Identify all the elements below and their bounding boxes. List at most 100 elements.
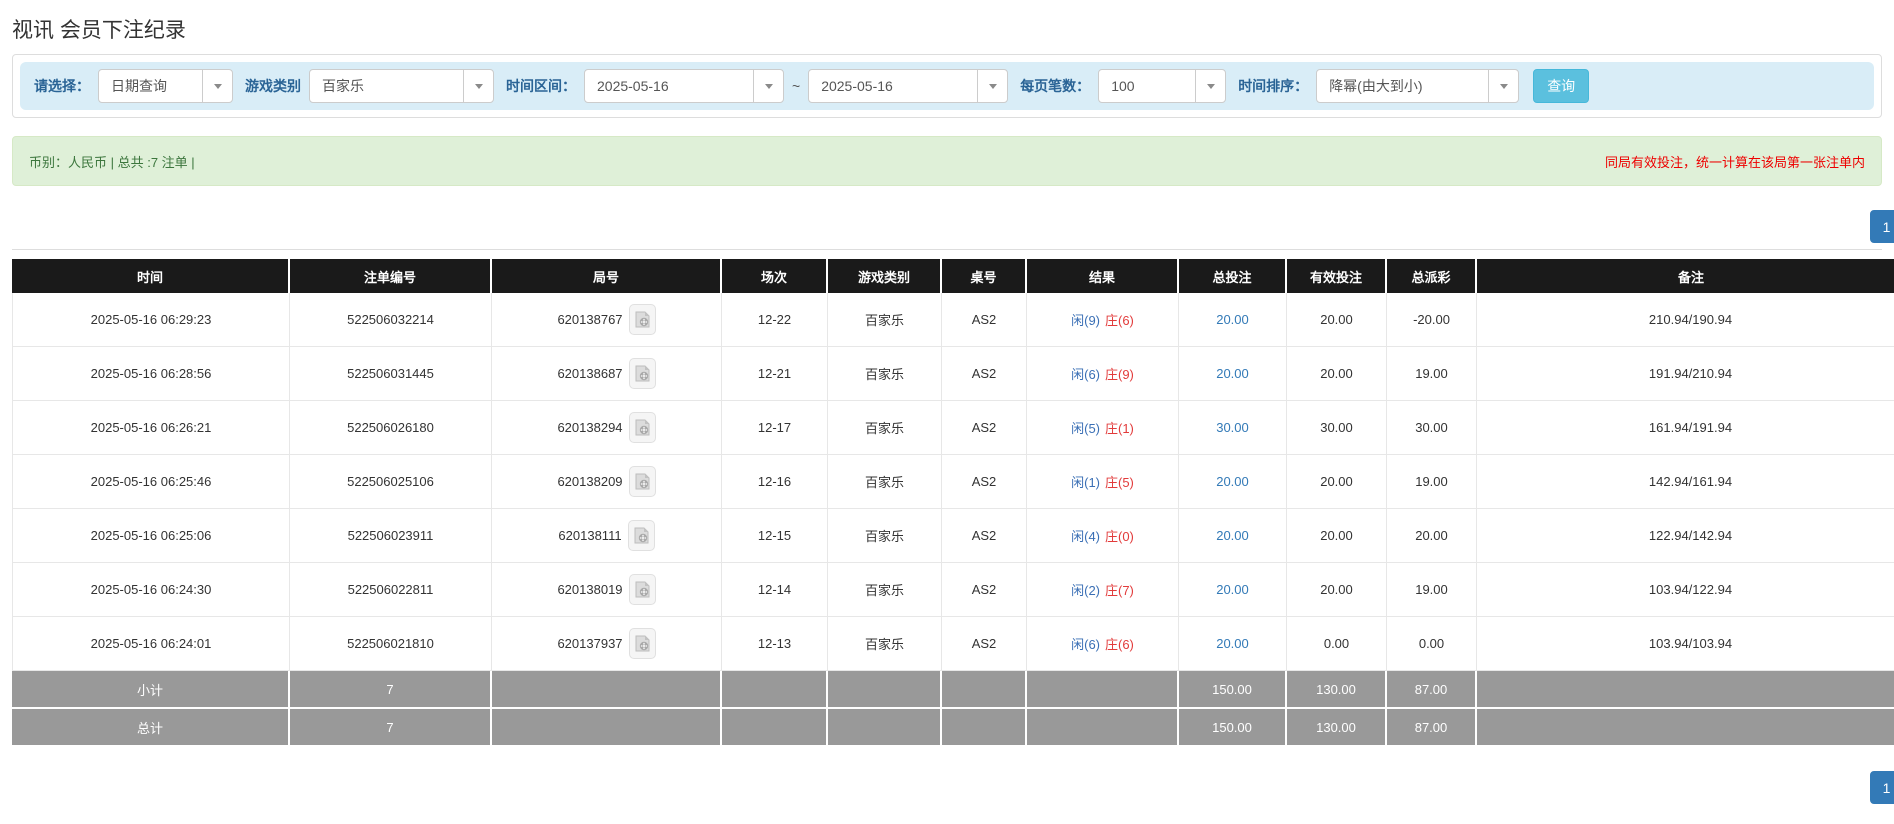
- game-type-select[interactable]: 百家乐: [309, 69, 494, 103]
- round-id-cell: 620138209: [492, 455, 722, 509]
- game-type-value: 百家乐: [322, 78, 364, 94]
- bet-id-cell: 522506032214: [290, 293, 492, 347]
- total-row: 总计 7 150.00 130.00 87.00: [12, 709, 1894, 747]
- date-from-select[interactable]: 2025-05-16: [584, 69, 784, 103]
- subtotal-label-cell: 小计: [12, 671, 290, 709]
- video-replay-button[interactable]: [628, 466, 656, 497]
- empty-cell: [1477, 709, 1894, 747]
- note-cell: 142.94/161.94: [1477, 455, 1894, 509]
- video-file-icon: [634, 527, 649, 544]
- date-to-value: 2025-05-16: [821, 78, 893, 94]
- result-banker-value: 庄(7): [1105, 583, 1134, 598]
- table-no-cell: AS2: [942, 347, 1027, 401]
- bet-time-cell: 2025-05-16 06:24:01: [12, 617, 290, 671]
- bets-table-section: 时间 注单编号 局号 场次 游戏类别 桌号 结果 总投注 有效投注 总派彩 备注 2025-05-1…: [12, 249, 1894, 747]
- video-file-icon: [635, 311, 650, 328]
- empty-cell: [722, 671, 828, 709]
- table-row: 2025-05-16 06:29:23 522506032214 620138767…: [12, 293, 1894, 347]
- total-bet-link[interactable]: 30.00: [1216, 420, 1249, 435]
- video-replay-button[interactable]: [628, 574, 656, 605]
- valid-bet-cell: 20.00: [1287, 293, 1387, 347]
- total-bet-link[interactable]: 20.00: [1216, 582, 1249, 597]
- total-valid-bet-cell: 130.00: [1287, 709, 1387, 747]
- table-header-cell: 注单编号: [290, 259, 492, 293]
- empty-cell: [1027, 671, 1179, 709]
- date-to-select[interactable]: 2025-05-16: [808, 69, 1009, 103]
- result-cell: 闲(5) 庄(1): [1027, 401, 1179, 455]
- table-row: 2025-05-16 06:25:06 522506023911 620138111…: [12, 509, 1894, 563]
- total-bet-link[interactable]: 20.00: [1216, 366, 1249, 381]
- result-banker-value: 庄(0): [1105, 529, 1134, 544]
- total-bet-cell: 20.00: [1179, 293, 1287, 347]
- round-id-value: 620138767: [557, 312, 623, 327]
- table-header-cell: 结果: [1027, 259, 1179, 293]
- round-id-cell: 620138687: [492, 347, 722, 401]
- chevron-down-icon: [474, 83, 483, 89]
- total-bet-cell: 20.00: [1179, 563, 1287, 617]
- pagination-page-1[interactable]: 1: [1870, 771, 1894, 804]
- date-range-label: 时间区间：: [506, 78, 576, 94]
- total-bet-link[interactable]: 20.00: [1216, 474, 1249, 489]
- search-button[interactable]: 查询: [1533, 69, 1590, 103]
- session-cell: 12-17: [722, 401, 828, 455]
- video-replay-button[interactable]: [627, 520, 655, 551]
- table-row: 2025-05-16 06:24:30 522506022811 620138019…: [12, 563, 1894, 617]
- game-type-cell: 百家乐: [828, 455, 942, 509]
- page-size-caret-button[interactable]: [1195, 70, 1225, 102]
- summary-warning-text: 同局有效投注，统一计算在该局第一张注单内: [1604, 154, 1865, 170]
- subtotal-count-cell: 7: [290, 671, 492, 709]
- empty-cell: [492, 709, 722, 747]
- round-id-wrap: 620138209: [496, 466, 717, 497]
- table-row: 2025-05-16 06:28:56 522506031445 620138687…: [12, 347, 1894, 401]
- table-no-cell: AS2: [942, 401, 1027, 455]
- page-size-value: 100: [1111, 78, 1135, 94]
- time-sort-label: 时间排序：: [1238, 78, 1309, 94]
- total-bet-cell: 20.00: [1179, 509, 1287, 563]
- result-cell: 闲(4) 庄(0): [1027, 509, 1179, 563]
- pagination-page-1[interactable]: 1: [1870, 210, 1894, 243]
- valid-bet-cell: 20.00: [1287, 455, 1387, 509]
- game-type-cell: 百家乐: [828, 347, 942, 401]
- table-row: 2025-05-16 06:25:46 522506025106 620138209…: [12, 455, 1894, 509]
- page-size-select[interactable]: 100: [1098, 69, 1227, 103]
- video-file-icon: [635, 473, 650, 490]
- date-to-caret-button[interactable]: [977, 70, 1007, 102]
- filter-bar: 请选择： 日期查询 游戏类别 百家乐 时间区间： 2025-05-16 ~ 20…: [20, 62, 1874, 110]
- video-replay-button[interactable]: [628, 628, 656, 659]
- time-sort-select[interactable]: 降幂(由大到小): [1316, 69, 1520, 103]
- round-id-cell: 620138019: [492, 563, 722, 617]
- result-player-value: 闲(2): [1071, 583, 1100, 598]
- chevron-down-icon: [988, 83, 997, 89]
- round-id-value: 620138019: [557, 582, 623, 597]
- chevron-down-icon: [1206, 83, 1215, 89]
- date-from-caret-button[interactable]: [753, 70, 783, 102]
- query-type-caret-button[interactable]: [202, 70, 232, 102]
- total-bet-link[interactable]: 20.00: [1216, 312, 1249, 327]
- total-bet-link[interactable]: 20.00: [1216, 528, 1249, 543]
- session-cell: 12-14: [722, 563, 828, 617]
- round-id-value: 620137937: [557, 636, 623, 651]
- round-id-wrap: 620138767: [496, 304, 717, 335]
- total-bet-link[interactable]: 20.00: [1216, 636, 1249, 651]
- video-replay-button[interactable]: [628, 304, 656, 335]
- video-file-icon: [635, 581, 650, 598]
- pagination-bottom: 1: [12, 771, 1894, 804]
- round-id-value: 620138687: [557, 366, 623, 381]
- table-no-cell: AS2: [942, 617, 1027, 671]
- session-cell: 12-21: [722, 347, 828, 401]
- total-bet-cell: 20.00: [1179, 617, 1287, 671]
- game-type-cell: 百家乐: [828, 563, 942, 617]
- video-replay-button[interactable]: [628, 412, 656, 443]
- bet-time-cell: 2025-05-16 06:24:30: [12, 563, 290, 617]
- result-cell: 闲(1) 庄(5): [1027, 455, 1179, 509]
- game-type-caret-button[interactable]: [463, 70, 493, 102]
- subtotal-payout-cell: 87.00: [1387, 671, 1477, 709]
- game-type-label: 游戏类别: [245, 78, 301, 94]
- query-type-select[interactable]: 日期查询: [98, 69, 233, 103]
- time-sort-caret-button[interactable]: [1488, 70, 1518, 102]
- session-cell: 12-16: [722, 455, 828, 509]
- result-cell: 闲(6) 庄(6): [1027, 617, 1179, 671]
- session-cell: 12-13: [722, 617, 828, 671]
- payout-cell: 19.00: [1387, 563, 1477, 617]
- video-replay-button[interactable]: [628, 358, 656, 389]
